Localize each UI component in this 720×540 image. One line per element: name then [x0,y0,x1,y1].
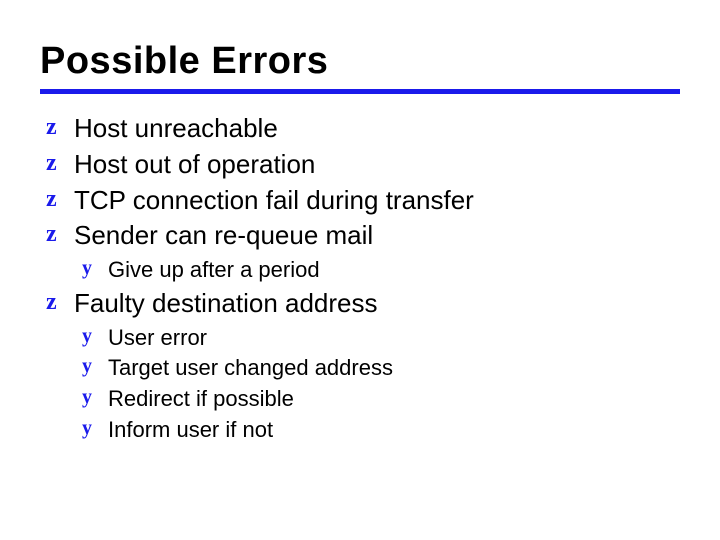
list-item: y Redirect if possible [82,384,680,414]
list-item: y Inform user if not [82,415,680,445]
list-item-text: Host out of operation [74,148,315,182]
title-underline [40,89,680,94]
list-item-text: Redirect if possible [108,384,294,414]
list-item-text: Give up after a period [108,255,320,285]
bullet-icon: y [82,415,100,442]
bullet-icon: y [82,384,100,411]
bullet-icon: y [82,255,100,282]
bullet-icon: z [46,112,66,143]
bullet-icon: z [46,148,66,179]
list-item: z Sender can re-queue mail [46,219,680,253]
list-item: z TCP connection fail during transfer [46,184,680,218]
list-item-text: TCP connection fail during transfer [74,184,474,218]
list-item: y Target user changed address [82,353,680,383]
list-item-text: Sender can re-queue mail [74,219,373,253]
slide-title: Possible Errors [40,40,680,83]
slide: Possible Errors z Host unreachable z Hos… [0,0,720,444]
bullet-icon: z [46,287,66,318]
list-item-text: Faulty destination address [74,287,378,321]
list-item-text: Host unreachable [74,112,278,146]
list-item: y User error [82,323,680,353]
list-item: z Host out of operation [46,148,680,182]
list-item-text: Inform user if not [108,415,273,445]
list-item: z Host unreachable [46,112,680,146]
bullet-icon: y [82,353,100,380]
list-item-text: User error [108,323,207,353]
bullet-icon: z [46,184,66,215]
list-item-text: Target user changed address [108,353,393,383]
bullet-icon: z [46,219,66,250]
bullet-icon: y [82,323,100,350]
bullet-list: z Host unreachable z Host out of operati… [40,112,680,444]
list-item: y Give up after a period [82,255,680,285]
list-item: z Faulty destination address [46,287,680,321]
